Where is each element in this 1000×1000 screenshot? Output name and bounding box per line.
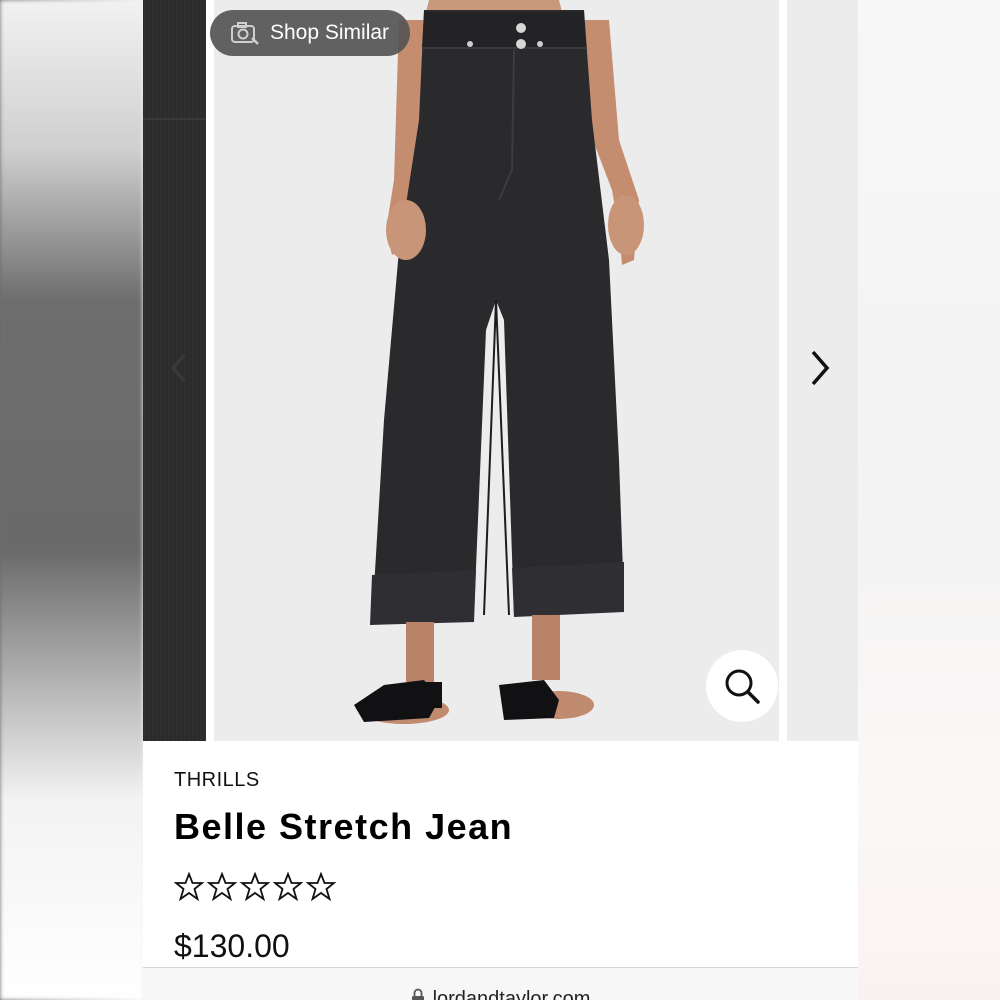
blurred-background-left <box>0 0 143 1000</box>
browser-url-bar[interactable]: lordandtaylor.com <box>143 968 858 1000</box>
star-empty-icon[interactable] <box>273 872 303 902</box>
main-product-image[interactable] <box>214 0 779 741</box>
product-title: Belle Stretch Jean <box>174 806 514 847</box>
star-empty-icon[interactable] <box>306 872 336 902</box>
chevron-right-icon[interactable] <box>805 348 835 388</box>
previous-image-waistband <box>143 20 206 120</box>
star-empty-icon[interactable] <box>207 872 237 902</box>
product-brand[interactable]: THRILLS <box>174 769 260 792</box>
shop-similar-label: Shop Similar <box>270 21 390 44</box>
zoom-button[interactable] <box>706 650 778 722</box>
product-price: $130.00 <box>174 928 290 964</box>
product-page: Shop Similar THRILLS Belle Stretch Jean … <box>143 0 858 1000</box>
camera-search-icon <box>231 22 259 45</box>
image-carousel[interactable]: Shop Similar <box>143 0 858 741</box>
chevron-left-icon[interactable] <box>165 350 195 386</box>
jeans-illustration <box>354 0 644 724</box>
rating-stars[interactable] <box>174 872 336 902</box>
star-empty-icon[interactable] <box>240 872 270 902</box>
browser-url[interactable]: lordandtaylor.com <box>433 988 591 1000</box>
blurred-background-right <box>858 0 1000 1000</box>
search-icon <box>725 669 760 704</box>
star-empty-icon[interactable] <box>174 872 204 902</box>
shop-similar-button[interactable]: Shop Similar <box>210 10 410 56</box>
lock-icon <box>411 988 424 1000</box>
